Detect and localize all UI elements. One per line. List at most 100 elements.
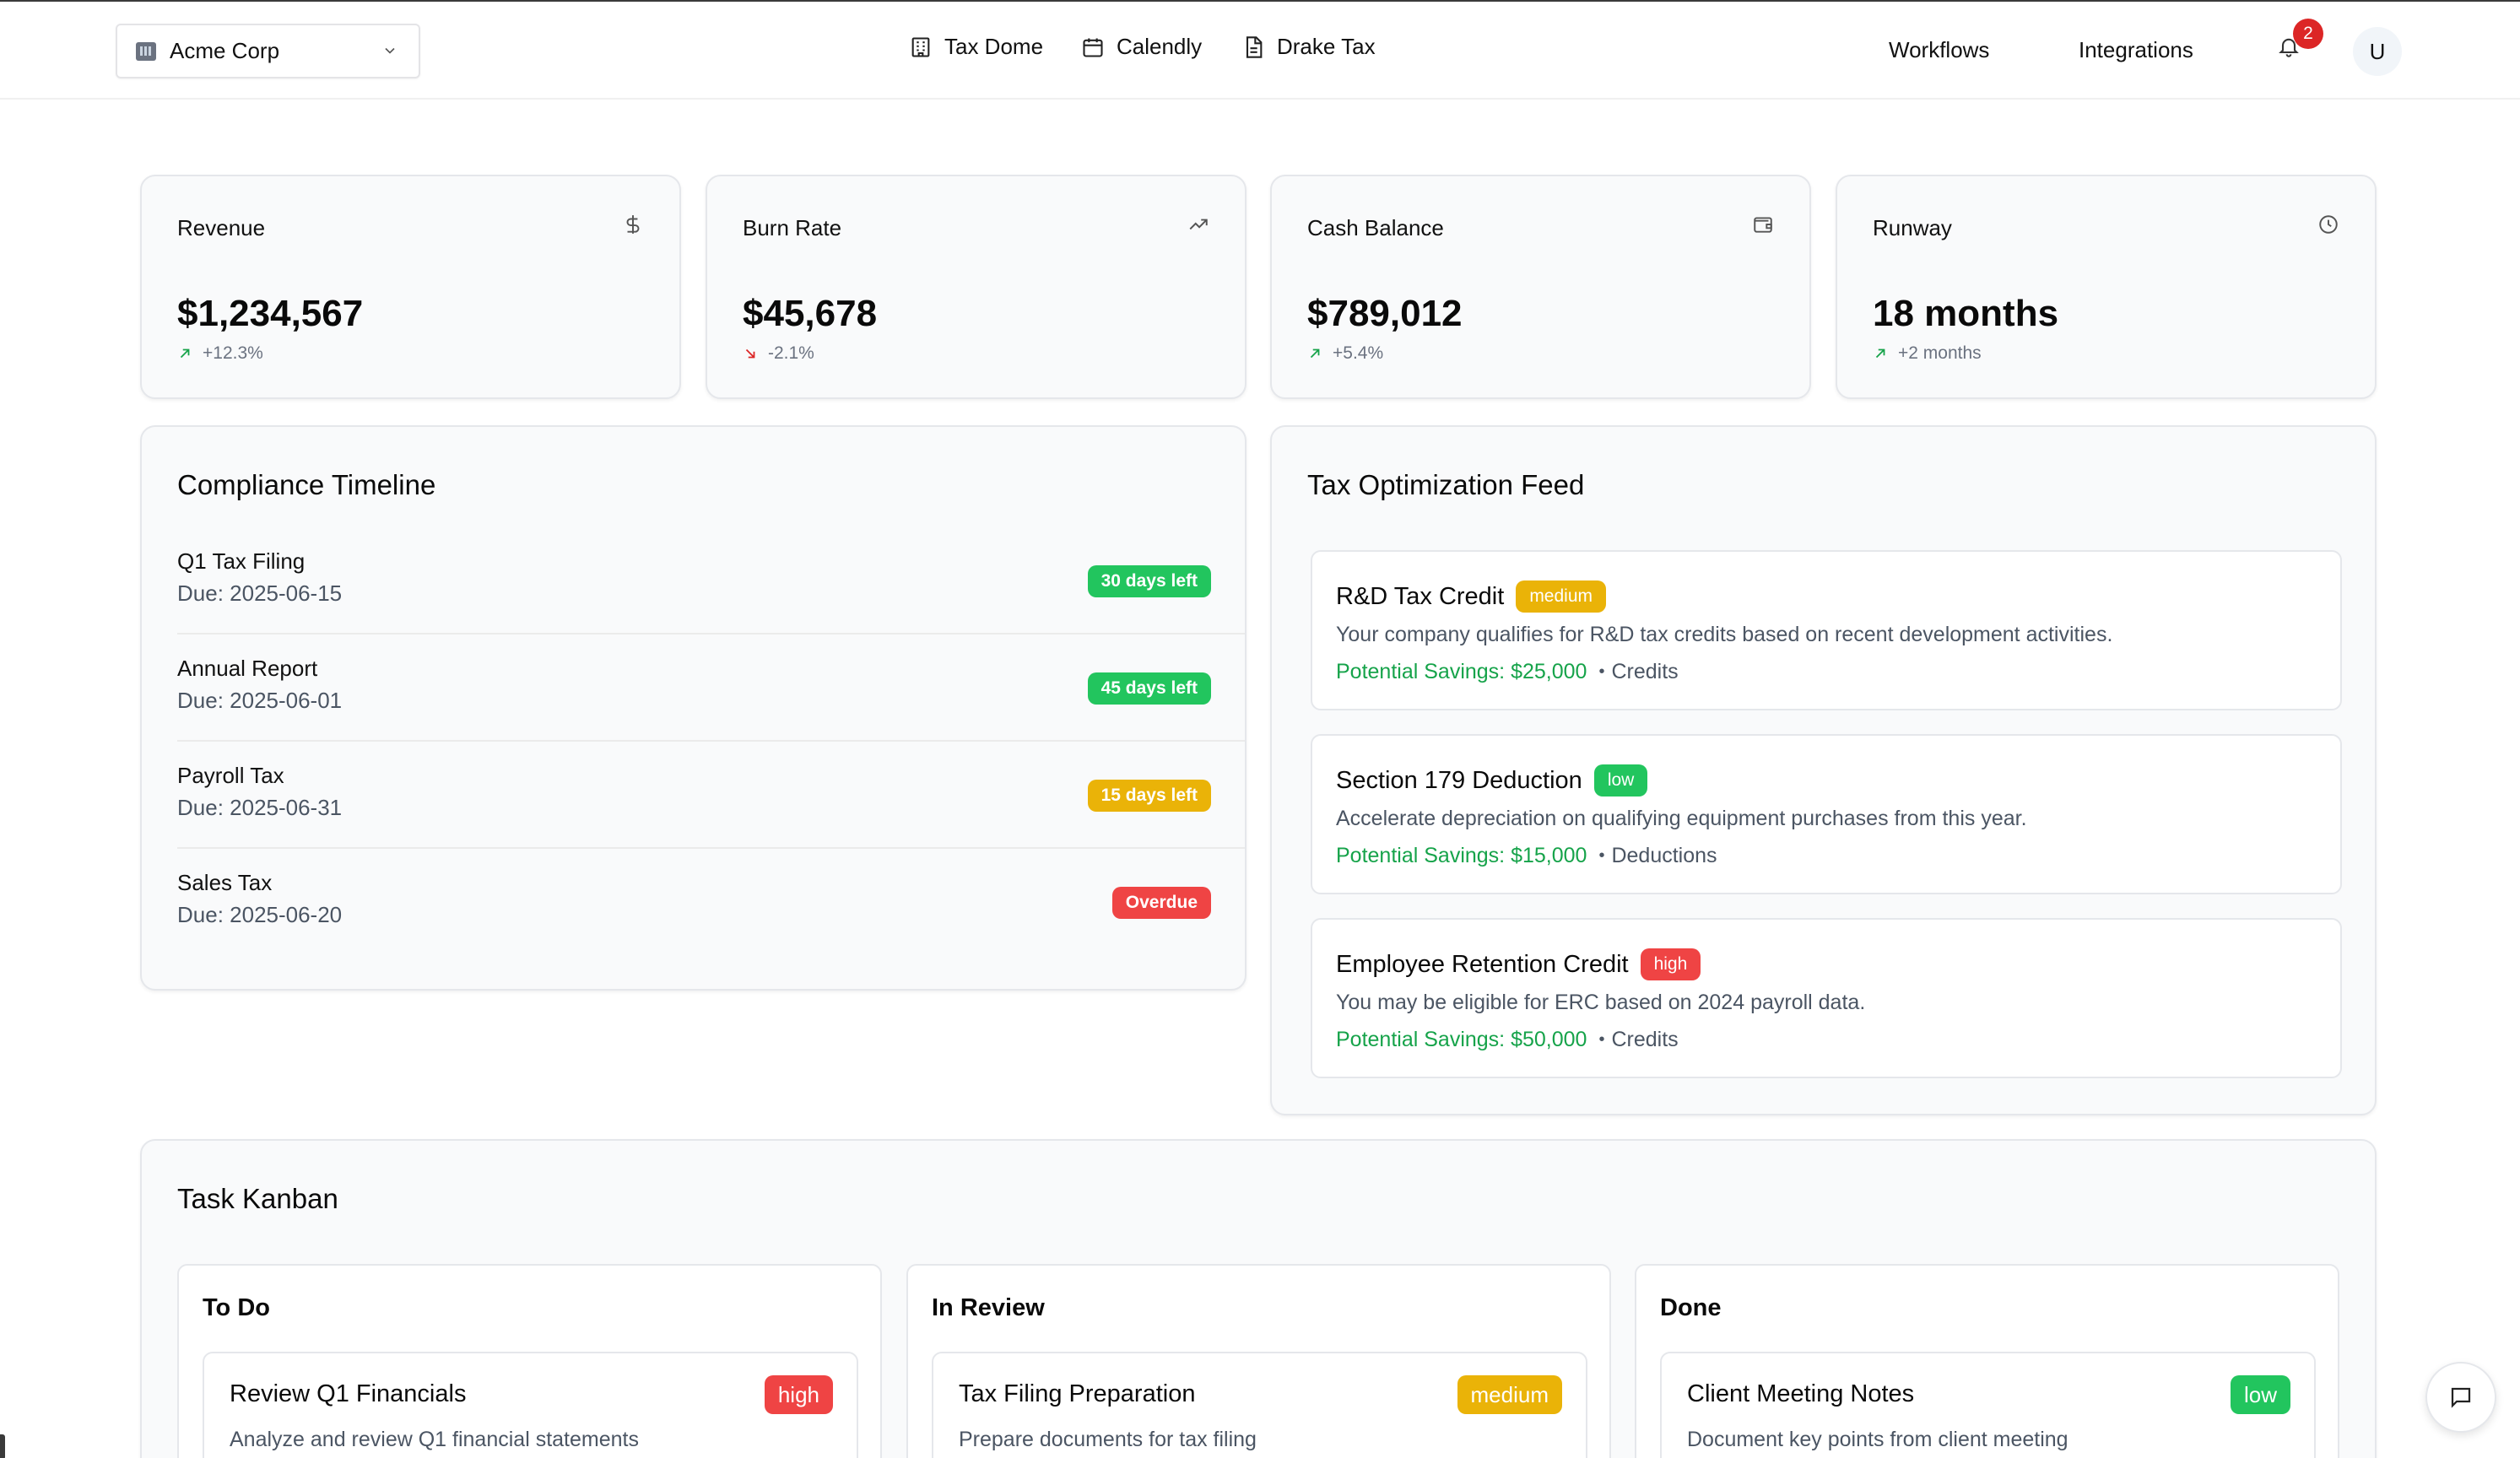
metric-change-text: +5.4% — [1333, 343, 1384, 363]
feed-item[interactable]: R&D Tax Credit medium Your company quali… — [1311, 550, 2342, 710]
status-badge: 45 days left — [1087, 672, 1211, 705]
status-badge: 30 days left — [1087, 565, 1211, 597]
tax-feed-card: Tax Optimization Feed R&D Tax Credit med… — [1270, 425, 2377, 1115]
compliance-item: Annual Report Due: 2025-06-01 45 days le… — [177, 656, 1211, 763]
kanban-column-title: In Review — [932, 1294, 1045, 1321]
feed-item-description: Your company qualifies for R&D tax credi… — [1336, 623, 2113, 646]
company-name: Acme Corp — [170, 38, 280, 63]
nav-integrations[interactable]: Integrations — [2079, 37, 2193, 63]
compliance-item-title: Payroll Tax — [177, 763, 284, 788]
building-icon — [911, 36, 930, 57]
chevron-down-icon — [385, 47, 395, 54]
priority-badge: medium — [1457, 1375, 1562, 1414]
task-title: Client Meeting Notes — [1687, 1380, 1915, 1407]
clock-icon — [2319, 215, 2338, 234]
task-title: Review Q1 Financials — [230, 1380, 467, 1407]
feed-item-category: Credits — [1611, 1028, 1679, 1051]
calendly-label: Calendly — [1117, 34, 1203, 59]
priority-badge: medium — [1516, 580, 1607, 613]
feed-item-savings: Potential Savings: $25,000 — [1336, 660, 1587, 683]
status-badge: Overdue — [1111, 887, 1211, 919]
compliance-item-title: Annual Report — [177, 656, 318, 681]
notification-badge: 2 — [2293, 19, 2323, 49]
metric-value: $789,012 — [1307, 293, 1463, 334]
calendly-link[interactable]: Calendly — [1081, 34, 1202, 60]
metric-value: 18 months — [1873, 293, 2059, 334]
compliance-item-due: Due: 2025-06-20 — [177, 902, 343, 927]
separator-dot: • — [1598, 662, 1605, 681]
metric-change-text: -2.1% — [768, 343, 814, 363]
priority-badge: high — [1640, 948, 1701, 980]
kanban-column-in-review: In Review Tax Filing Preparation Prepare… — [906, 1264, 1611, 1458]
compliance-item-title: Sales Tax — [177, 870, 273, 895]
feed-item-title: Section 179 Deduction — [1336, 766, 1582, 794]
metric-label: Cash Balance — [1307, 215, 1444, 240]
arrow-down-right-icon — [745, 348, 755, 359]
compliance-item: Q1 Tax Filing Due: 2025-06-15 30 days le… — [177, 548, 1211, 656]
priority-badge: low — [1593, 764, 1648, 796]
compliance-item: Payroll Tax Due: 2025-06-31 15 days left — [177, 763, 1211, 870]
metric-change: +12.3% — [177, 343, 263, 364]
wallet-icon — [1754, 217, 1772, 233]
arrow-up-right-icon — [1310, 348, 1320, 359]
compliance-item-due: Due: 2025-06-31 — [177, 795, 343, 820]
metric-change: +2 months — [1873, 343, 1982, 364]
trending-up-icon — [1189, 219, 1208, 230]
feed-item-category: Credits — [1611, 660, 1679, 683]
task-description: Document key points from client meeting — [1687, 1428, 2068, 1451]
calendar-icon — [1083, 38, 1103, 57]
kanban-task-card[interactable]: Tax Filing Preparation Prepare documents… — [932, 1352, 1587, 1458]
kanban-task-card[interactable]: Client Meeting Notes Document key points… — [1660, 1352, 2316, 1458]
tax-dome-link[interactable]: Tax Dome — [909, 34, 1043, 60]
arrow-up-right-icon — [1875, 348, 1885, 359]
tax-feed-title: Tax Optimization Feed — [1307, 469, 1585, 500]
metric-change-text: +2 months — [1898, 343, 1982, 363]
avatar[interactable]: U — [2353, 27, 2402, 76]
metric-change: +5.4% — [1307, 343, 1383, 364]
divider — [177, 633, 1245, 634]
feed-item-description: Accelerate depreciation on qualifying eq… — [1336, 807, 2027, 830]
feed-item[interactable]: Employee Retention Credit high You may b… — [1311, 918, 2342, 1078]
status-badge: 15 days left — [1087, 780, 1211, 812]
task-description: Analyze and review Q1 financial statemen… — [230, 1428, 639, 1451]
compliance-item-due: Due: 2025-06-15 — [177, 580, 343, 606]
task-description: Prepare documents for tax filing — [959, 1428, 1257, 1451]
compliance-timeline-card: Compliance Timeline Q1 Tax Filing Due: 2… — [140, 425, 1246, 991]
feed-item-title: R&D Tax Credit — [1336, 582, 1505, 610]
kanban-column-title: To Do — [203, 1294, 270, 1321]
drake-tax-link[interactable]: Drake Tax — [1241, 34, 1376, 60]
kanban-task-card[interactable]: Review Q1 Financials Analyze and review … — [203, 1352, 858, 1458]
separator-dot: • — [1598, 1030, 1605, 1049]
nav-workflows[interactable]: Workflows — [1889, 37, 1989, 63]
metric-label: Burn Rate — [743, 215, 842, 240]
metric-card-runway: Runway 18 months +2 months — [1836, 175, 2377, 399]
compliance-item-due: Due: 2025-06-01 — [177, 688, 343, 713]
kanban-column-title: Done — [1660, 1294, 1722, 1321]
metric-card-revenue: Revenue $1,234,567 +12.3% — [140, 175, 681, 399]
task-title: Tax Filing Preparation — [959, 1380, 1196, 1407]
metric-card-cash-balance: Cash Balance $789,012 +5.4% — [1270, 175, 1811, 399]
file-text-icon — [1246, 35, 1263, 58]
tax-dome-label: Tax Dome — [944, 34, 1044, 59]
feed-item-category: Deductions — [1611, 844, 1717, 867]
drake-tax-label: Drake Tax — [1277, 34, 1376, 59]
chat-button[interactable] — [2425, 1362, 2496, 1433]
window-edge — [0, 1434, 5, 1458]
feed-item-description: You may be eligible for ERC based on 202… — [1336, 991, 1866, 1014]
feed-item[interactable]: Section 179 Deduction low Accelerate dep… — [1311, 734, 2342, 894]
kanban-column-done: Done Client Meeting Notes Document key p… — [1635, 1264, 2339, 1458]
company-selector[interactable]: Acme Corp — [116, 24, 420, 78]
compliance-item: Sales Tax Due: 2025-06-20 Overdue — [177, 870, 1211, 977]
kanban-column-todo: To Do Review Q1 Financials Analyze and r… — [177, 1264, 882, 1458]
top-header: Acme Corp Tax Dome Calendly Drake Tax Wo… — [0, 2, 2520, 100]
message-square-icon — [2451, 1387, 2471, 1408]
metric-card-burn-rate: Burn Rate $45,678 -2.1% — [706, 175, 1246, 399]
divider — [177, 847, 1245, 849]
feed-item-title: Employee Retention Credit — [1336, 950, 1629, 978]
priority-badge: low — [2230, 1375, 2290, 1414]
separator-dot: • — [1598, 846, 1605, 865]
divider — [177, 740, 1245, 742]
metric-value: $1,234,567 — [177, 293, 364, 334]
compliance-title: Compliance Timeline — [177, 469, 436, 500]
metric-label: Revenue — [177, 215, 266, 240]
